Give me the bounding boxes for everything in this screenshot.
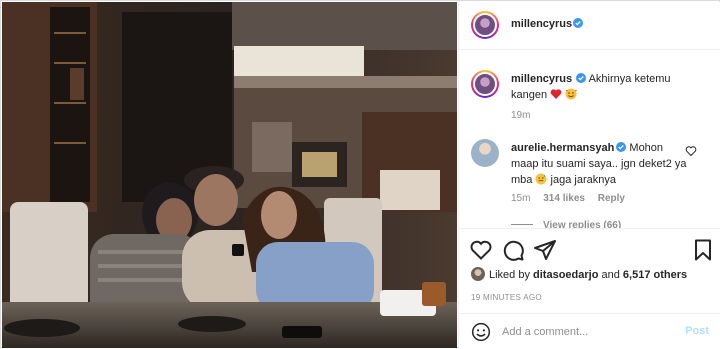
like-heart-icon[interactable] [469,238,493,262]
comment-reply-button[interactable]: Reply [598,193,625,204]
comments-section: millencyrus Akhirnya ketemu kangen 19m a… [459,50,720,240]
likes-summary: Liked by ditasoedarjo and 6,517 others [471,267,687,283]
comment-username[interactable]: aurelie.hermansyah [511,142,614,154]
likes-join: and [598,269,623,281]
add-comment-bar: Post [459,313,720,349]
post-date[interactable]: 19 MINUTES AGO [471,293,542,302]
post-header: millencyrus [459,2,720,50]
verified-badge-icon [573,18,583,28]
add-comment-input[interactable] [502,324,672,340]
smiling-face-with-hearts-emoji [565,88,578,100]
instagram-post-modal: millencyrus millencyrus Akhirnya ketemu … [0,0,720,348]
comment-like-heart-icon[interactable] [685,145,697,157]
caption-username[interactable]: millencyrus [511,73,572,85]
comment-meta: 15m 314 likes Reply [511,193,635,204]
verified-badge-icon [576,73,587,83]
post-side-panel: millencyrus millencyrus Akhirnya ketemu … [458,2,720,348]
comment-bubble-icon[interactable] [501,238,525,262]
author-username[interactable]: millencyrus [511,18,572,30]
comment-time: 15m [511,193,531,204]
commenter-avatar[interactable] [471,139,499,167]
caption-author-avatar[interactable] [471,70,499,98]
liker-avatar[interactable] [471,267,485,281]
comment-text-end: jaga jaraknya [550,174,616,186]
share-send-icon[interactable] [533,238,557,262]
likes-count[interactable]: 6,517 others [623,269,687,281]
comment-likes[interactable]: 314 likes [543,193,585,204]
post-photo[interactable] [2,2,457,348]
post-photo-image [2,2,457,348]
liked-by-user[interactable]: ditasoedarjo [533,269,598,281]
emoji-smile-icon[interactable] [471,322,491,342]
caption-time: 19m [511,110,531,121]
save-bookmark-icon[interactable] [691,238,715,262]
verified-badge-icon [616,142,627,152]
caption: millencyrus Akhirnya ketemu kangen [511,71,701,103]
post-comment-button[interactable]: Post [685,325,709,337]
sweat-emoji [535,173,547,185]
comment: aurelie.hermansyah Mohon maap itu suami … [511,140,691,188]
likes-prefix: Liked by [489,269,534,281]
post-actions: Liked by ditasoedarjo and 6,517 others 1… [459,228,720,346]
author-avatar[interactable] [471,11,499,39]
red-heart-emoji [550,89,562,99]
